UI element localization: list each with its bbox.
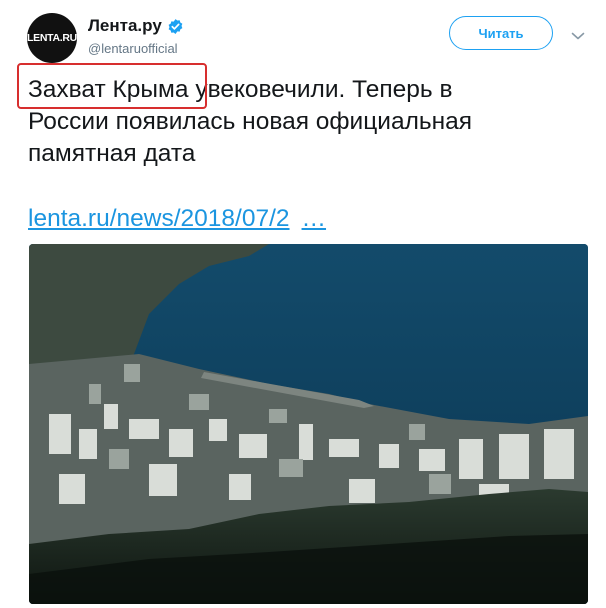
tweet-text-line1-rest: увековечили. Теперь в — [188, 76, 453, 103]
account-name[interactable]: Лента.ру — [88, 16, 162, 36]
photo-illustration — [29, 244, 588, 604]
follow-button-label: Читать — [478, 25, 524, 41]
tweet-text-line3: памятная дата — [28, 140, 196, 167]
tweet-link-ellipsis[interactable]: … — [302, 205, 327, 232]
avatar[interactable]: LENTA.RU — [27, 13, 77, 63]
tweet-link[interactable]: lenta.ru/news/2018/07/2 — [28, 205, 290, 232]
account-handle[interactable]: @lentaruofficial — [88, 41, 178, 56]
tweet-text-line2: России появилась новая официальная — [28, 108, 473, 135]
highlight-box — [17, 63, 207, 109]
tweet-link-row[interactable]: lenta.ru/news/2018/07/2 … — [28, 205, 326, 233]
avatar-text: LENTA.RU — [27, 32, 77, 44]
follow-button[interactable]: Читать — [449, 16, 553, 50]
tweet-photo[interactable] — [29, 244, 588, 604]
chevron-down-icon[interactable] — [571, 28, 585, 40]
account-name-row[interactable]: Лента.ру — [88, 16, 184, 36]
verified-badge-icon — [167, 18, 184, 35]
